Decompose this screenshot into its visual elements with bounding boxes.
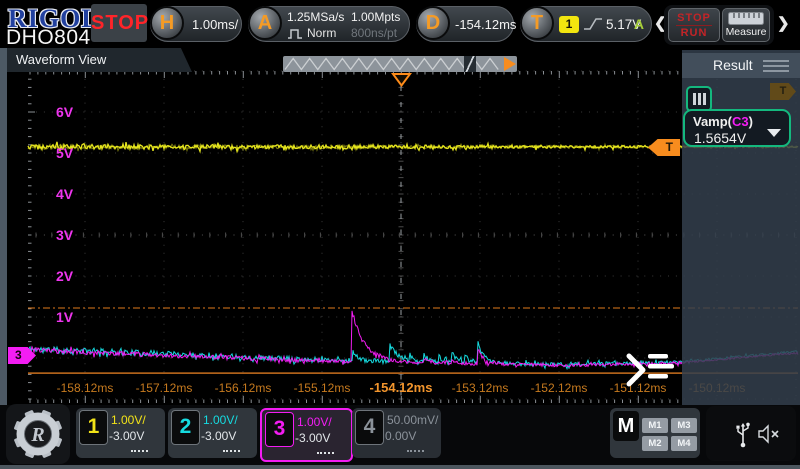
oscilloscope-screen: 6V 5V 4V 3V 2V 1V -158.12ms -157.12ms -156.12ms -… [0, 0, 800, 469]
time-label: -152.12ms [531, 381, 588, 395]
voltage-label: 3V [56, 227, 74, 243]
run-stop-divider [676, 24, 712, 26]
timebase-value: 1.00ms/ [192, 17, 239, 32]
waveform-minimap-bar[interactable] [283, 56, 517, 72]
channel-2-card[interactable]: 2 1.00V/ -3.00V [168, 408, 257, 458]
memory-depth-value: 1.00Mpts [351, 10, 401, 24]
voltage-label: 5V [56, 145, 74, 161]
tab-waveform-view[interactable]: Waveform View [7, 48, 192, 72]
math-key[interactable]: M [613, 411, 639, 441]
delay-pill[interactable]: D -154.12ms [416, 6, 517, 42]
channel-2-offset: -3.00V [201, 429, 237, 443]
model-label: DHO804 [6, 26, 91, 49]
sample-resolution-value: 800ns/pt [351, 26, 398, 40]
voltage-label: 2V [56, 268, 74, 284]
trigger-sweep-mode: A [633, 16, 644, 32]
rigol-gear-logo-button[interactable]: R [6, 404, 70, 464]
time-label: -151.12ms [610, 381, 667, 395]
channel-3-card-selected[interactable]: 3 1.00V/ -3.00V [260, 408, 353, 462]
trigger-key-button[interactable]: T [520, 6, 554, 40]
channel-4-offset: 0.00V [385, 429, 417, 443]
acquire-pill[interactable]: A 1.25MSa/s Norm 1.00Mpts 800ns/pt [248, 6, 410, 42]
acquire-mode: Norm [307, 26, 337, 40]
channel-1-coupling-icon [131, 450, 148, 452]
channel-3-scale: 1.00V/ [297, 415, 332, 429]
time-label: -156.12ms [215, 381, 272, 395]
status-io-tile [706, 406, 796, 461]
acquisition-status-badge[interactable]: STOP [91, 4, 148, 42]
rising-edge-icon [584, 18, 602, 30]
nav-next-chevron[interactable]: ❯ [777, 14, 790, 32]
channel-2-key[interactable]: 2 [171, 410, 200, 445]
time-label: -155.12ms [294, 381, 351, 395]
math-m2-button[interactable]: M2 [642, 436, 668, 451]
acquire-key-button[interactable]: A [248, 6, 282, 40]
run-stop-button[interactable]: STOP RUN [668, 8, 720, 42]
channel-2-coupling-icon [223, 450, 240, 452]
math-m4-button[interactable]: M4 [671, 436, 697, 451]
pulse-norm-icon [288, 29, 302, 39]
hamburger-icon[interactable] [763, 60, 789, 75]
expand-menu-icon[interactable] [626, 353, 674, 387]
channel-1-key[interactable]: 1 [79, 410, 108, 445]
channel-4-card-disabled[interactable]: 4 50.00mV/ 0.00V [352, 408, 441, 458]
channel-2-scale: 1.00V/ [203, 413, 238, 427]
trigger-source-badge[interactable]: 1 [559, 16, 579, 33]
result-panel-title: Result [713, 57, 753, 73]
top-status-bar: RIGOL DHO804 STOP H 1.00ms/ A 1.25MSa/s … [0, 0, 800, 49]
result-panel-header[interactable]: Result [682, 53, 800, 78]
measurement-result-card[interactable]: Vamp(C3) 1.5654V [683, 109, 791, 147]
gear-logo-icon: R [14, 410, 62, 458]
trigger-pill[interactable]: T 1 5.17V A [520, 6, 652, 42]
usb-icon [736, 422, 750, 448]
svg-text:R: R [30, 424, 44, 446]
math-channels-tile: M M1 M3 M2 M4 [610, 408, 700, 458]
time-label: -158.12ms [57, 381, 114, 395]
channel-1-card[interactable]: 1 1.00V/ -3.00V [76, 408, 165, 458]
channel-3-key[interactable]: 3 [265, 412, 294, 447]
minimap-play-icon[interactable] [504, 57, 516, 71]
channel-4-coupling-icon [407, 450, 424, 452]
left-edge-strip [0, 48, 7, 465]
horizontal-key-button[interactable]: H [150, 6, 184, 40]
measure-button-label: Measure [725, 26, 767, 38]
voltage-label: 6V [56, 104, 74, 120]
time-label: -153.12ms [452, 381, 509, 395]
bottom-edge-strip [0, 465, 800, 469]
quick-button-cluster: STOP RUN Measure [664, 5, 774, 45]
minimap-view-window[interactable] [464, 56, 476, 72]
voltage-label: 4V [56, 186, 74, 202]
horizontal-pill[interactable]: H 1.00ms/ [150, 6, 242, 42]
ruler-measure-icon [728, 12, 764, 25]
measurement-name: Vamp(C3) [693, 114, 753, 129]
math-m3-button[interactable]: M3 [671, 418, 697, 433]
sample-rate-value: 1.25MSa/s [287, 10, 345, 24]
bottom-channel-bar: R 1 1.00V/ -3.00V 2 1.00V/ -3.00V 3 1.00… [0, 404, 800, 469]
measurement-source: C3 [732, 114, 749, 129]
trigger-delay-value: -154.12ms [455, 17, 517, 32]
speaker-mute-icon[interactable] [758, 424, 780, 444]
math-m1-button[interactable]: M1 [642, 418, 668, 433]
time-label: -157.12ms [136, 381, 193, 395]
measurement-value: 1.5654V [694, 130, 747, 146]
dropdown-caret-icon[interactable] [767, 129, 781, 137]
channel-4-scale: 50.00mV/ [387, 413, 439, 427]
channel-1-scale: 1.00V/ [111, 413, 146, 427]
channel-3-coupling-icon [317, 452, 334, 454]
run-stop-stop-label: STOP [677, 11, 711, 24]
channel-4-key[interactable]: 4 [355, 410, 384, 445]
run-stop-run-label: RUN [680, 26, 708, 39]
voltage-label: 1V [56, 309, 74, 325]
channel-3-offset: -3.00V [295, 431, 331, 445]
measure-button[interactable]: Measure [722, 8, 770, 42]
delay-key-button[interactable]: D [416, 6, 450, 40]
trigger-position-triangle[interactable] [391, 73, 412, 88]
time-label: -154.12ms [370, 380, 433, 395]
channel-1-offset: -3.00V [109, 429, 145, 443]
